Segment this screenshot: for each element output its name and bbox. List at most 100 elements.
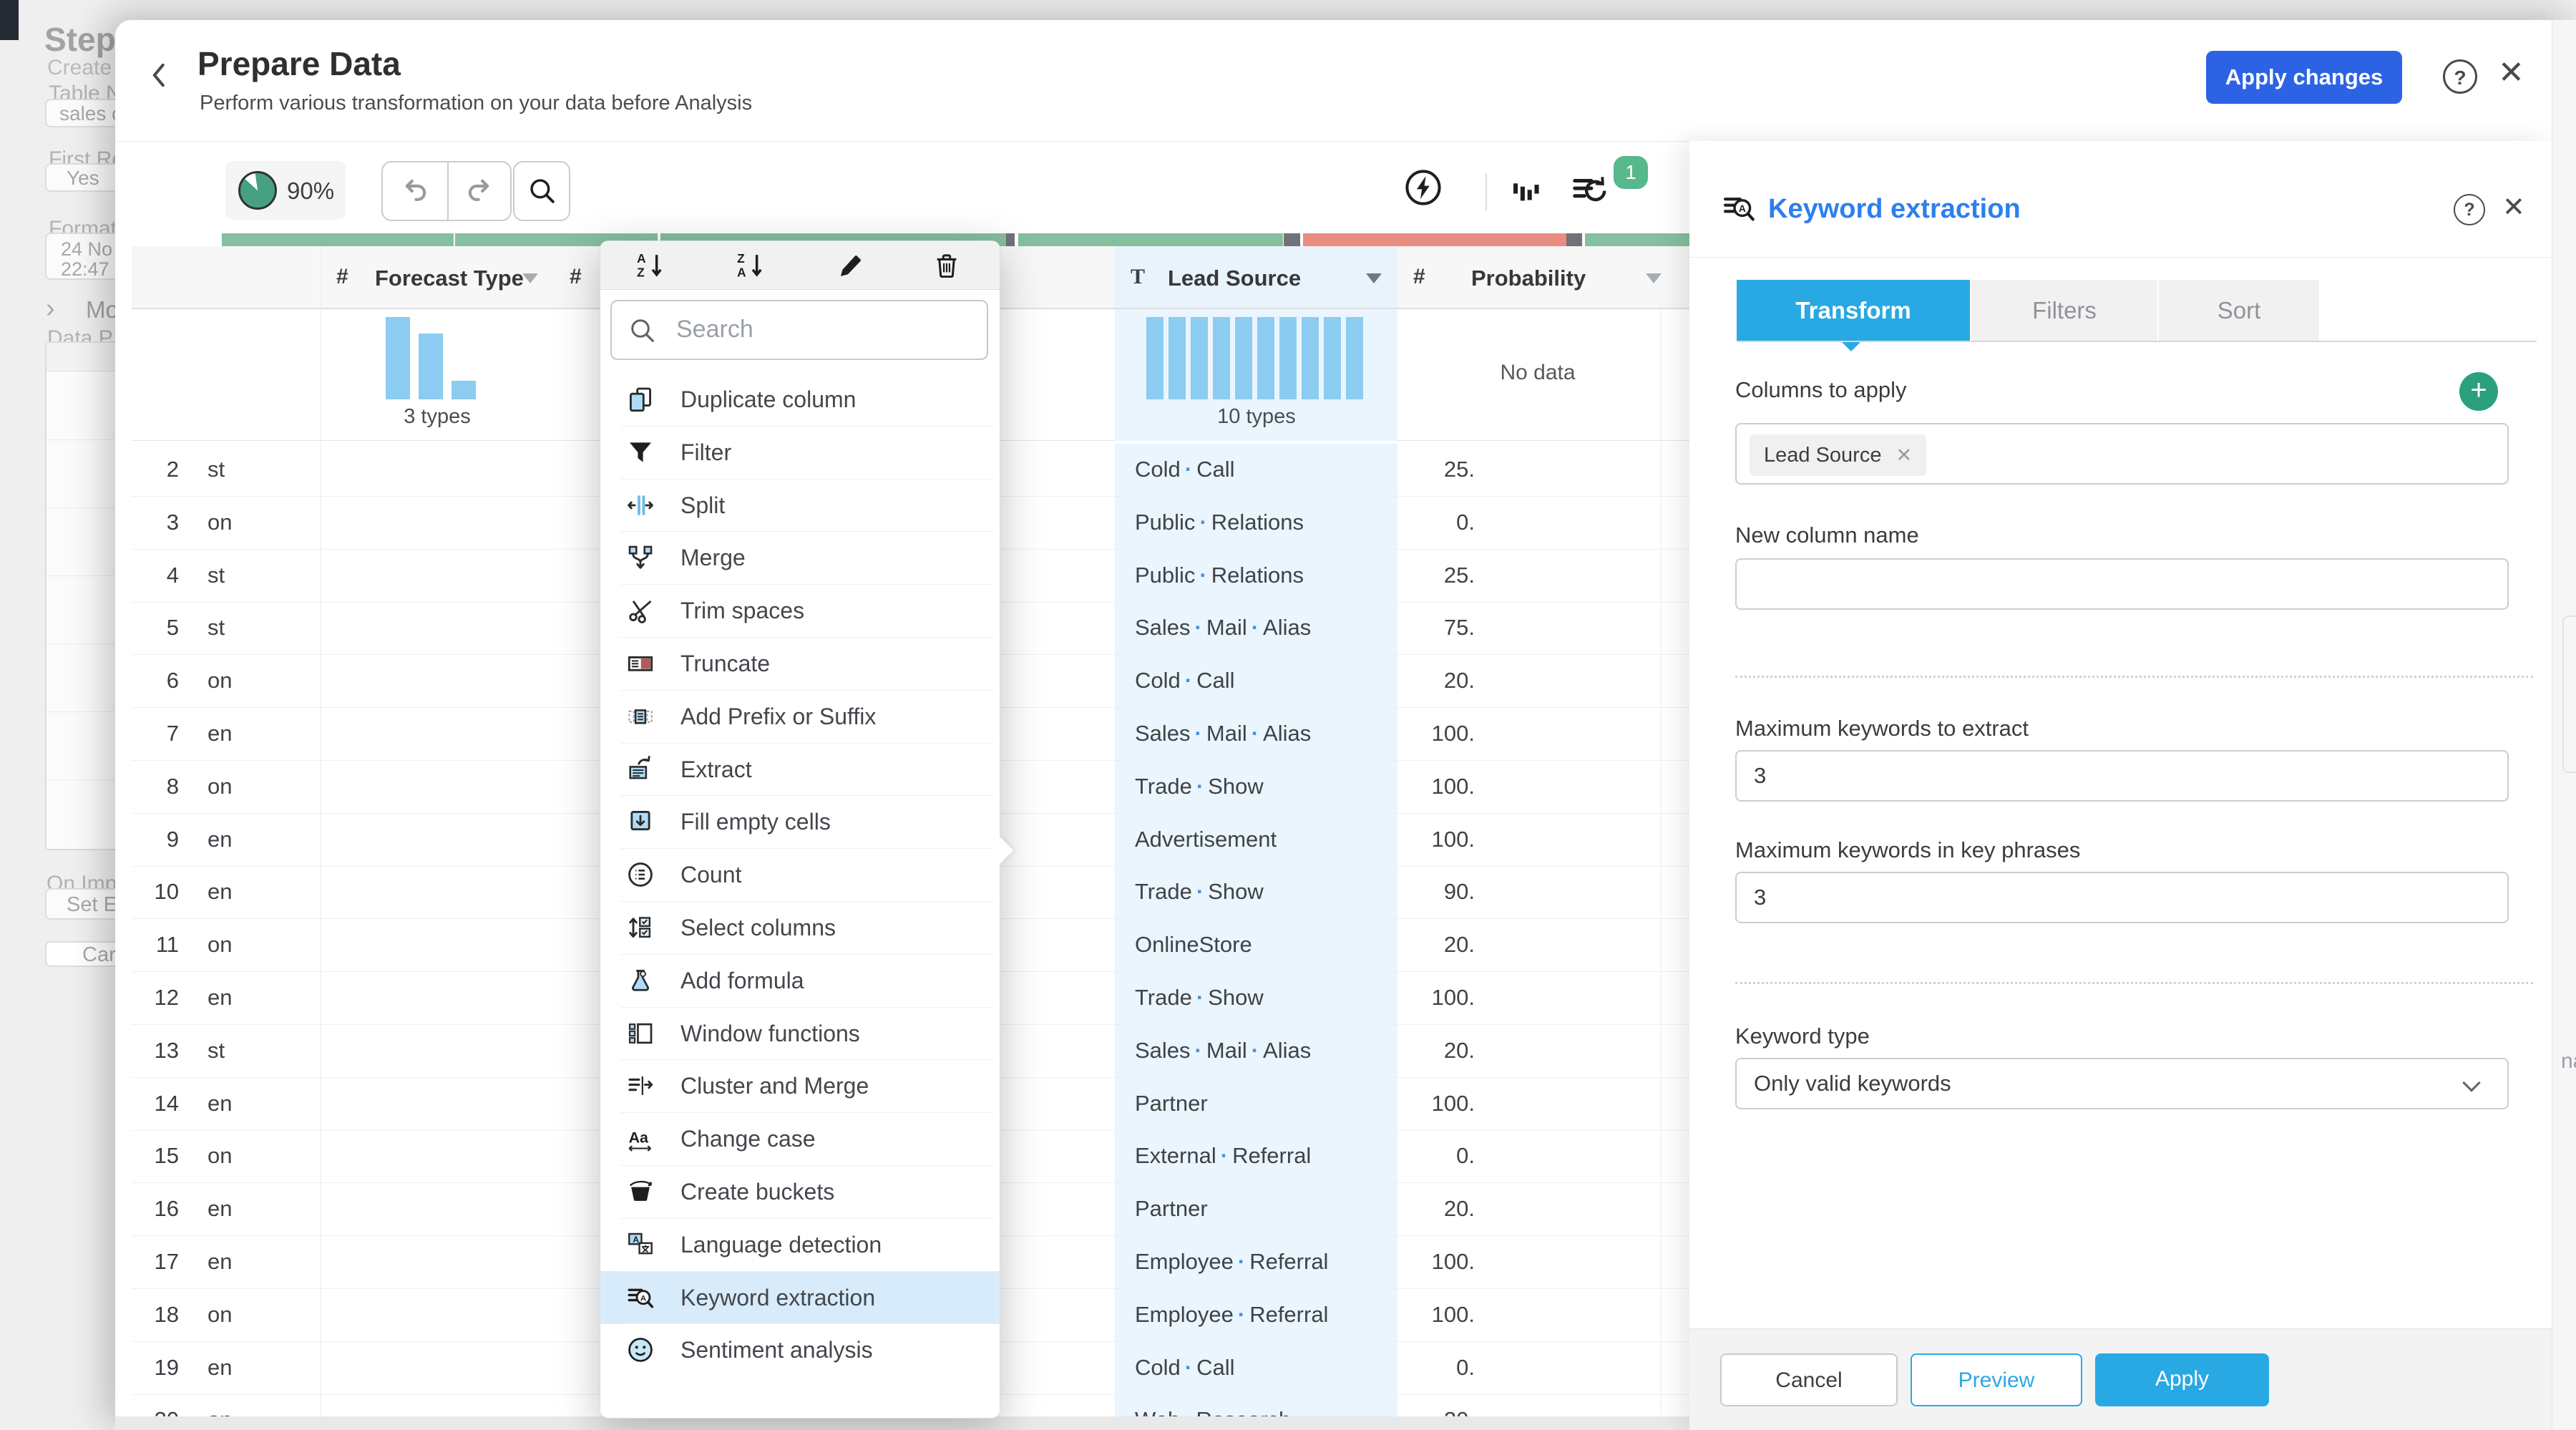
menu-item-label: Split [680,492,726,518]
menu-item-cluster-and-merge[interactable]: Cluster and Merge [600,1059,1000,1112]
chip-remove-icon[interactable]: ✕ [1881,444,1912,466]
tab-filters[interactable]: Filters [1971,280,2157,341]
menu-item-duplicate-column[interactable]: Duplicate column [600,373,1000,426]
cell-forecast-fragment: st [208,1037,225,1063]
menu-item-create-buckets[interactable]: Create buckets [600,1165,1000,1218]
menu-item-truncate[interactable]: Truncate [600,637,1000,690]
merge-icon [626,543,655,572]
cell-forecast-fragment: on [208,509,233,535]
panel-title: Keyword extraction [1768,194,2021,224]
background-page: Step Create Table N sales o First Re Yes… [0,0,115,1430]
max-keywords-input[interactable]: 3 [1735,750,2509,802]
panel-divider [1689,257,2552,258]
menu-item-label: Keyword extraction [680,1284,876,1310]
bg-first-row-input: Yes [45,163,115,192]
cell-probability: 0. [1456,1354,1475,1380]
tab-baseline [1737,341,2537,342]
window-icon [626,1019,655,1048]
menu-item-window-functions[interactable]: Window functions [600,1006,1000,1060]
menu-item-count[interactable]: Count [600,848,1000,901]
row-number: 2 [166,457,179,482]
keyword-type-select[interactable]: Only valid keywords [1735,1058,2509,1109]
language-icon: A [626,1230,655,1259]
case-icon: Aa [626,1124,655,1153]
menu-item-split[interactable]: Split [600,478,1000,532]
bg-preview-grid [45,341,115,850]
cell-forecast-fragment: on [208,668,233,694]
cell-forecast-fragment: on [208,932,233,958]
cell-forecast-fragment: en [208,826,233,852]
truncate-icon [626,649,655,678]
clipped-text: na [2561,1049,2576,1073]
cell-probability: 0. [1456,1143,1475,1169]
keyword-extraction-panel: A Keyword extraction ? ✕ Transform Filte… [1689,141,2552,1430]
menu-item-label: Window functions [680,1020,860,1046]
cell-probability: 90. [1443,879,1475,905]
cell-forecast-fragment: st [208,615,225,641]
row-number: 17 [154,1249,179,1274]
bg-table-name-input: sales o [45,99,115,127]
preview-button[interactable]: Preview [1911,1353,2082,1406]
selectcols-icon [626,913,655,942]
edit-pencil-icon[interactable] [835,250,867,281]
menu-item-label: Language detection [680,1231,882,1258]
extract-icon [626,755,655,784]
menu-item-add-formula[interactable]: Add formula [600,953,1000,1007]
new-column-name-input[interactable] [1735,558,2509,610]
cancel-button[interactable]: Cancel [1720,1353,1898,1406]
menu-item-extract[interactable]: Extract [600,742,1000,796]
lead-source-chip[interactable]: Lead Source ✕ [1750,434,1927,476]
cell-forecast-fragment: en [208,985,233,1010]
menu-item-keyword-extraction[interactable]: A Keyword extraction [600,1270,1000,1324]
row-number: 10 [154,879,179,905]
cluster-icon [626,1071,655,1100]
menu-item-trim-spaces[interactable]: Trim spaces [600,584,1000,637]
svg-text:Z: Z [637,266,645,280]
section-divider [1735,676,2533,678]
bg-dark-corner [0,0,19,40]
panel-help-icon[interactable]: ? [2454,194,2485,225]
tab-sort[interactable]: Sort [2159,280,2319,341]
add-column-button[interactable]: + [2459,372,2498,411]
cell-probability: 75. [1443,615,1475,641]
row-number: 4 [166,562,179,588]
menu-item-merge[interactable]: Merge [600,531,1000,584]
menu-item-filter[interactable]: Filter [600,425,1000,479]
menu-item-select-columns[interactable]: Select columns [600,901,1000,954]
menu-item-add-prefix-or-suffix[interactable]: Add Prefix or Suffix [600,689,1000,743]
sentiment-icon [626,1336,655,1364]
svg-text:A: A [737,266,746,280]
prepare-data-modal: Prepare Data Perform various transformat… [115,20,2576,1430]
cell-forecast-fragment: en [208,721,233,746]
menu-item-change-case[interactable]: Aa Change case [600,1112,1000,1165]
close-icon[interactable]: ✕ [2498,54,2524,91]
bg-on-import-select: Set Er [45,888,115,920]
cell-probability: 25. [1443,562,1475,588]
cell-forecast-fragment: on [208,1301,233,1327]
trim-icon [626,596,655,625]
menu-search-input[interactable]: Search [610,300,988,360]
apply-changes-button[interactable]: Apply changes [2206,51,2402,104]
max-phrases-input[interactable]: 3 [1735,872,2509,923]
sort-za-icon[interactable]: ZA [735,250,766,281]
delete-trash-icon[interactable] [931,250,962,281]
menu-item-fill-empty-cells[interactable]: Fill empty cells [600,795,1000,848]
tab-transform[interactable]: Transform [1737,280,1970,351]
sort-az-icon[interactable]: AZ [635,250,666,281]
menu-item-sentiment-analysis[interactable]: Sentiment analysis [600,1323,1000,1376]
panel-close-icon[interactable]: ✕ [2502,191,2525,223]
help-icon[interactable]: ? [2443,59,2477,94]
cell-forecast-fragment: en [208,1354,233,1380]
cell-probability: 100. [1431,1249,1475,1274]
row-number: 3 [166,509,179,535]
menu-item-label: Cluster and Merge [680,1073,869,1099]
search-placeholder: Search [676,316,753,343]
columns-to-apply-field[interactable]: Lead Source ✕ [1735,423,2509,485]
svg-text:Aa: Aa [629,1129,649,1147]
menu-item-label: Select columns [680,915,836,940]
apply-button[interactable]: Apply [2095,1353,2269,1406]
section-divider [1735,982,2533,984]
menu-item-language-detection[interactable]: A Language detection [600,1217,1000,1271]
row-number: 14 [154,1090,179,1116]
panel-footer: Cancel Preview Apply [1689,1328,2552,1430]
